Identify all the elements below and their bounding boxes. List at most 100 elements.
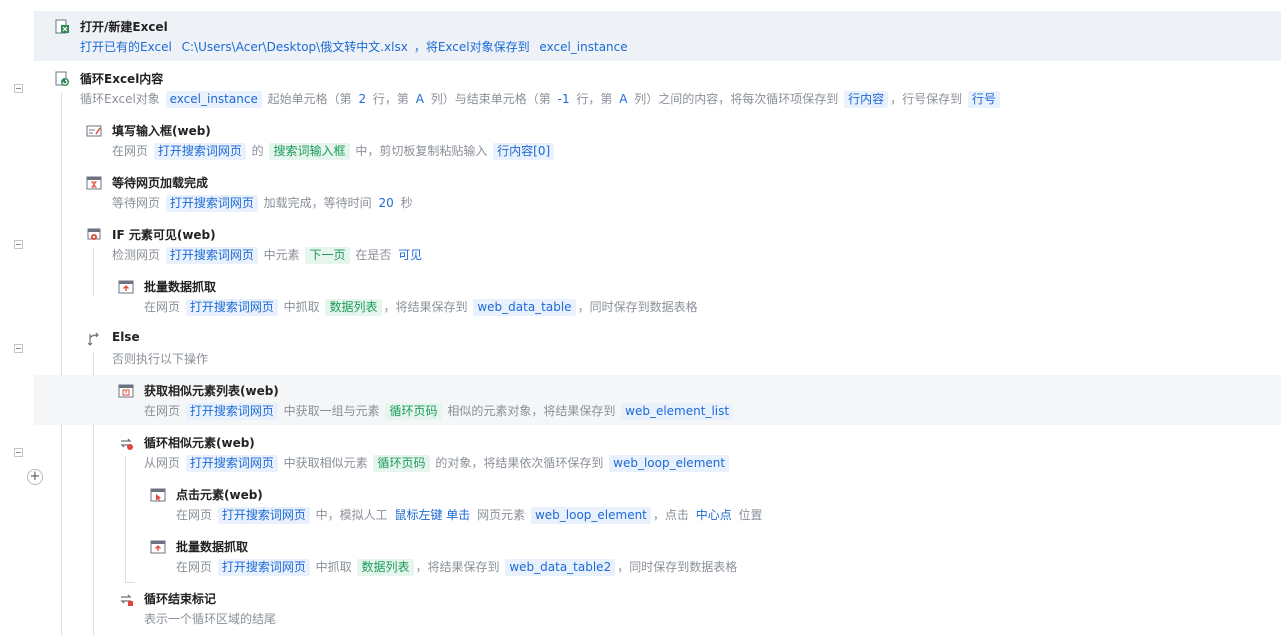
description-text: 中，剪切板复制粘贴输入: [351, 144, 492, 158]
description-text: 中获取一组与元素: [279, 404, 384, 418]
value-token: -1: [557, 92, 570, 106]
description-text: ，将Excel对象保存到: [413, 40, 534, 54]
description-text: ，将结果保存到: [415, 560, 504, 574]
step-title: 打开/新建Excel: [80, 20, 168, 34]
description-text: 行，第: [572, 92, 617, 106]
variable-token[interactable]: 打开搜索词网页: [153, 143, 246, 160]
variable-token[interactable]: web_data_table2: [505, 559, 616, 576]
variable-token[interactable]: web_loop_element: [609, 455, 730, 472]
description-text: 网页元素: [473, 508, 529, 522]
click-element-icon: [150, 487, 166, 503]
step-description: 在网页 打开搜索词网页 中，模拟人工 鼠标左键 单击 网页元素 web_loop…: [176, 506, 763, 524]
description-text: 的: [247, 144, 268, 158]
element-token[interactable]: 下一页: [305, 247, 350, 264]
description-text: ，点击: [652, 508, 693, 522]
description-text: 中，模拟人工: [311, 508, 392, 522]
collapse-toggle-loop-similar[interactable]: [14, 448, 23, 457]
element-token[interactable]: 循环页码: [385, 403, 442, 420]
step-description: 在网页 打开搜索词网页 中抓取 数据列表 ，将结果保存到 web_data_tab…: [144, 298, 698, 316]
step-title: 循环Excel内容: [80, 72, 164, 86]
value-token: 中心点: [695, 508, 732, 522]
step-row[interactable]: Else 否则执行以下操作: [34, 323, 1281, 373]
variable-token[interactable]: web_element_list: [621, 403, 734, 420]
step-row[interactable]: 填写输入框(web) 在网页 打开搜索词网页 的 搜索词输入框 中，剪切板复制粘…: [34, 115, 1281, 165]
element-token[interactable]: 数据列表: [325, 299, 382, 316]
step-title: 循环相似元素(web): [144, 436, 255, 450]
description-text: 在是否: [351, 248, 396, 262]
description-text: 行，第: [369, 92, 413, 106]
variable-token[interactable]: 打开搜索词网页: [185, 455, 278, 472]
element-token[interactable]: 搜索词输入框: [269, 143, 350, 160]
description-text: 在网页: [144, 404, 184, 418]
description-text: 在网页: [176, 508, 216, 522]
variable-token[interactable]: 打开搜索词网页: [185, 299, 278, 316]
description-text: 起始单元格（第: [263, 92, 356, 106]
description-text: ，将结果保存到: [383, 300, 472, 314]
data-scrape-icon: [150, 539, 166, 555]
variable-token[interactable]: 行号: [967, 91, 1000, 108]
collapse-toggle-if[interactable]: [14, 240, 23, 249]
description-text: 秒: [396, 196, 413, 210]
description-text: 相似的元素对象，将结果保存到: [443, 404, 620, 418]
description-text: 打开已有的Excel: [80, 40, 176, 54]
value-token: 20: [378, 196, 394, 210]
step-row[interactable]: 循环相似元素(web) 从网页 打开搜索词网页 中获取相似元素 循环页码 的对象…: [34, 427, 1281, 477]
step-title: 批量数据抓取: [144, 280, 217, 294]
similar-elements-icon: [118, 383, 134, 399]
step-row[interactable]: 循环结束标记 表示一个循环区域的结尾: [34, 583, 1281, 633]
value-token: 鼠标左键 单击: [394, 508, 471, 522]
variable-token[interactable]: excel_instance: [535, 39, 631, 56]
step-description: 从网页 打开搜索词网页 中获取相似元素 循环页码 的对象，将结果依次循环保存到 …: [144, 454, 731, 472]
step-row[interactable]: 获取相似元素列表(web) 在网页 打开搜索词网页 中获取一组与元素 循环页码 …: [34, 375, 1281, 425]
step-description: 打开已有的Excel C:\Users\Acer\Desktop\俄文转中文.x…: [80, 38, 634, 56]
step-row[interactable]: 批量数据抓取 在网页 打开搜索词网页 中抓取 数据列表 ，将结果保存到 web_d…: [34, 531, 1281, 581]
variable-token[interactable]: 打开搜索词网页: [185, 403, 278, 420]
variable-token[interactable]: web_loop_element: [530, 507, 651, 524]
step-title: Else: [112, 330, 140, 344]
description-text: ，行号保存到: [890, 92, 966, 106]
variable-token[interactable]: 行内容[0]: [493, 143, 555, 160]
step-description: 否则执行以下操作: [112, 350, 208, 367]
description-text: 位置: [734, 508, 763, 522]
step-row[interactable]: 循环Excel内容 循环Excel对象 excel_instance 起始单元格…: [34, 63, 1281, 113]
step-title: 循环结束标记: [144, 592, 217, 606]
description-text: 中抓取: [311, 560, 356, 574]
description-text: ，同时保存到数据表格: [577, 300, 698, 314]
element-token[interactable]: 循环页码: [373, 455, 430, 472]
collapse-toggle-else[interactable]: [14, 344, 23, 353]
step-description: 循环Excel对象 excel_instance 起始单元格（第 2 行，第 A…: [80, 90, 1002, 108]
description-text: 列）与结束单元格（第: [426, 92, 555, 106]
step-title: 等待网页加载完成: [112, 176, 209, 190]
description-text: 循环Excel对象: [80, 92, 164, 106]
step-row[interactable]: 点击元素(web) 在网页 打开搜索词网页 中，模拟人工 鼠标左键 单击 网页元…: [34, 479, 1281, 529]
data-scrape-icon: [118, 279, 134, 295]
step-row[interactable]: IF 元素可见(web) 检测网页 打开搜索词网页 中元素 下一页 在是否 可见: [34, 219, 1281, 269]
excel-loop-icon: [54, 71, 70, 87]
input-fill-icon: [86, 123, 102, 139]
variable-token[interactable]: excel_instance: [165, 91, 262, 108]
variable-token[interactable]: 打开搜索词网页: [217, 507, 310, 524]
description-text: 中获取相似元素: [279, 456, 372, 470]
description-text: 的对象，将结果依次循环保存到: [431, 456, 608, 470]
if-element-visible-icon: [86, 227, 102, 243]
variable-token[interactable]: C:\Users\Acer\Desktop\俄文转中文.xlsx: [178, 39, 412, 56]
step-row[interactable]: 等待网页加载完成 等待网页 打开搜索词网页 加载完成，等待时间 20 秒: [34, 167, 1281, 217]
collapse-toggle-loop-excel[interactable]: [14, 84, 23, 93]
variable-token[interactable]: 打开搜索词网页: [217, 559, 310, 576]
step-title: 填写输入框(web): [112, 124, 211, 138]
variable-token[interactable]: web_data_table: [473, 299, 576, 316]
description-text: 列）之间的内容，将每次循环项保存到: [630, 92, 843, 106]
step-row[interactable]: 打开/新建Excel 打开已有的Excel C:\Users\Acer\Desk…: [34, 11, 1281, 61]
step-row[interactable]: 批量数据抓取 在网页 打开搜索词网页 中抓取 数据列表 ，将结果保存到 web_d…: [34, 271, 1281, 321]
description-text: 在网页: [176, 560, 216, 574]
else-branch-icon: [86, 331, 102, 347]
value-token: 可见: [398, 248, 423, 262]
description-text: 中抓取: [279, 300, 324, 314]
variable-token[interactable]: 打开搜索词网页: [165, 247, 258, 264]
element-token[interactable]: 数据列表: [357, 559, 414, 576]
step-description: 表示一个循环区域的结尾: [144, 610, 276, 627]
variable-token[interactable]: 打开搜索词网页: [165, 195, 258, 212]
step-description: 在网页 打开搜索词网页 的 搜索词输入框 中，剪切板复制粘贴输入 行内容[0]: [112, 142, 556, 160]
variable-token[interactable]: 行内容: [844, 91, 889, 108]
description-text: 否则执行以下操作: [112, 352, 209, 366]
